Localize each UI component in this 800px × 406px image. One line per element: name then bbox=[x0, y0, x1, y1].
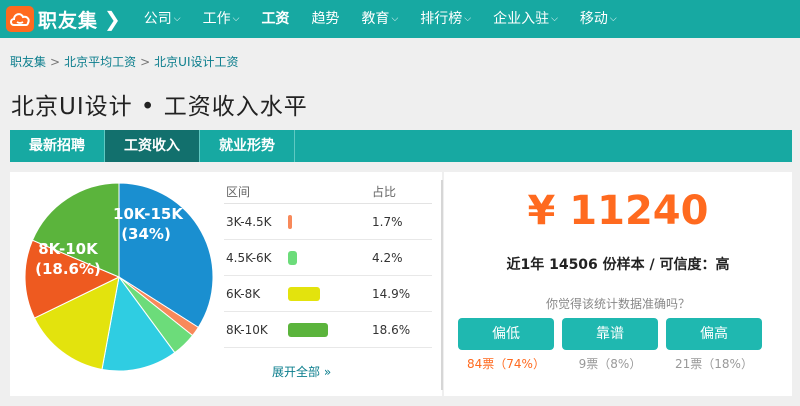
cloud-icon bbox=[6, 6, 34, 32]
nav-item-3[interactable]: 趋势 bbox=[300, 0, 350, 38]
nav-item-6[interactable]: 企业入驻 ⌵ bbox=[482, 0, 569, 38]
tab-bar: 最新招聘 工资收入 就业形势 bbox=[10, 130, 792, 162]
pie-label-range: 8K-10K bbox=[38, 240, 99, 258]
nav-item-7[interactable]: 移动 ⌵ bbox=[569, 0, 628, 38]
breadcrumb-separator: > bbox=[50, 55, 61, 69]
breadcrumb-beijing-salary[interactable]: 北京平均工资 bbox=[64, 55, 136, 69]
row-percent: 1.7% bbox=[372, 214, 403, 229]
nav-item-label: 排行榜 bbox=[420, 11, 463, 27]
breadcrumb-home[interactable]: 职友集 bbox=[10, 55, 46, 69]
nav-menu: 公司 ⌵ 工作 ⌵ 工资 趋势 教育 ⌵ 排行榜 ⌵ 企业入驻 ⌵ 移动 ⌵ bbox=[133, 0, 628, 38]
logo[interactable]: 职友集 ❯ bbox=[0, 0, 133, 38]
vote-count: 84票（74%） bbox=[467, 357, 545, 371]
breadcrumb-separator: > bbox=[140, 55, 151, 69]
table-header: 区间 占比 bbox=[224, 179, 432, 204]
row-range: 4.5K-6K bbox=[226, 250, 272, 265]
nav-item-4[interactable]: 教育 ⌵ bbox=[350, 0, 409, 38]
row-bar bbox=[288, 250, 298, 265]
chevron-down-icon: ⌵ bbox=[609, 14, 617, 24]
vote-option: 偏高 21票（18%） bbox=[666, 318, 762, 372]
header-percent: 占比 bbox=[372, 184, 397, 199]
salary-pie-chart: 10K-15K (34%) 8K-10K (18.6%) bbox=[24, 182, 214, 372]
nav-item-label: 工作 bbox=[202, 11, 231, 27]
pie-label-percent: (34%) bbox=[121, 225, 171, 243]
pie-label-range: 10K-15K bbox=[113, 205, 184, 223]
vote-count: 9票（8%） bbox=[578, 357, 642, 371]
expand-all-link[interactable]: 展开全部 » bbox=[272, 363, 331, 380]
row-range: 3K-4.5K bbox=[226, 214, 272, 229]
chevron-down-icon: ⌵ bbox=[391, 14, 399, 24]
chevron-down-icon: ⌵ bbox=[551, 14, 558, 24]
row-percent: 18.6% bbox=[372, 322, 411, 337]
vote-group: 偏低 84票（74%） 靠谱 9票（8%） 偏高 21票（18%） bbox=[458, 318, 762, 372]
table-row: 4.5K-6K 4.2% bbox=[224, 240, 432, 276]
nav-item-5[interactable]: 排行榜 ⌵ bbox=[409, 0, 482, 38]
nav-item-label: 趋势 bbox=[311, 11, 340, 27]
row-percent: 14.9% bbox=[372, 286, 411, 301]
nav-item-label: 企业入驻 bbox=[493, 11, 550, 27]
vote-option: 靠谱 9票（8%） bbox=[562, 318, 658, 372]
chevron-down-icon: ⌵ bbox=[173, 14, 181, 24]
vote-button-2[interactable]: 偏高 bbox=[666, 318, 762, 350]
row-percent: 4.2% bbox=[372, 250, 403, 265]
distribution-table: 区间 占比 3K-4.5K 1.7% 4.5K-6K 4.2% 6K-8K 14.9% 8K… bbox=[224, 179, 432, 348]
chevron-right-icon: ❯ bbox=[104, 7, 121, 31]
nav-item-2[interactable]: 工资 bbox=[250, 0, 300, 38]
nav-item-1[interactable]: 工作 ⌵ bbox=[192, 0, 251, 38]
vote-count: 21票（18%） bbox=[675, 357, 753, 371]
chevron-down-icon: ⌵ bbox=[232, 14, 240, 24]
top-nav: 职友集 ❯ 公司 ⌵ 工作 ⌵ 工资 趋势 教育 ⌵ 排行榜 ⌵ 企业入驻 ⌵ 移动 ⌵ bbox=[0, 0, 800, 38]
vote-option: 偏低 84票（74%） bbox=[458, 318, 554, 372]
vote-button-0[interactable]: 偏低 bbox=[458, 318, 554, 350]
nav-item-label: 移动 bbox=[579, 11, 608, 27]
row-range: 6K-8K bbox=[226, 286, 261, 301]
row-bar bbox=[288, 214, 292, 229]
breadcrumb: 职友集 > 北京平均工资 > 北京UI设计工资 bbox=[10, 53, 238, 70]
table-row: 6K-8K 14.9% bbox=[224, 276, 432, 312]
pie-label-percent: (18.6%) bbox=[35, 260, 101, 278]
average-salary-panel: ¥ 11240 近1年 14506 份样本 / 可信度：高 你觉得该统计数据准确… bbox=[444, 172, 792, 396]
nav-item-label: 教育 bbox=[361, 11, 390, 27]
tab-salary[interactable]: 工资收入 bbox=[105, 130, 200, 162]
sample-info: 近1年 14506 份样本 / 可信度：高 bbox=[506, 257, 730, 273]
vote-button-1[interactable]: 靠谱 bbox=[562, 318, 658, 350]
average-salary: ¥ 11240 bbox=[527, 188, 709, 234]
page-title: 北京UI设计 • 工资收入水平 bbox=[11, 94, 308, 120]
tab-employment[interactable]: 就业形势 bbox=[200, 130, 295, 162]
row-bar bbox=[288, 286, 321, 301]
table-row: 3K-4.5K 1.7% bbox=[224, 204, 432, 240]
breadcrumb-ui-salary[interactable]: 北京UI设计工资 bbox=[154, 55, 238, 69]
table-row: 8K-10K 18.6% bbox=[224, 312, 432, 348]
nav-item-label: 工资 bbox=[261, 11, 290, 27]
nav-item-label: 公司 bbox=[143, 11, 172, 27]
nav-item-0[interactable]: 公司 ⌵ bbox=[133, 0, 192, 38]
panel-divider bbox=[441, 180, 443, 390]
chevron-down-icon: ⌵ bbox=[464, 14, 472, 24]
logo-text: 职友集 bbox=[38, 9, 99, 32]
header-range: 区间 bbox=[226, 184, 251, 199]
tab-latest-jobs[interactable]: 最新招聘 bbox=[10, 130, 105, 162]
salary-distribution-panel: 10K-15K (34%) 8K-10K (18.6%) 区间 占比 3K-4.5K 1… bbox=[10, 172, 442, 396]
row-range: 8K-10K bbox=[226, 322, 268, 337]
accuracy-question: 你觉得该统计数据准确吗？ bbox=[545, 297, 690, 311]
row-bar bbox=[288, 322, 328, 337]
